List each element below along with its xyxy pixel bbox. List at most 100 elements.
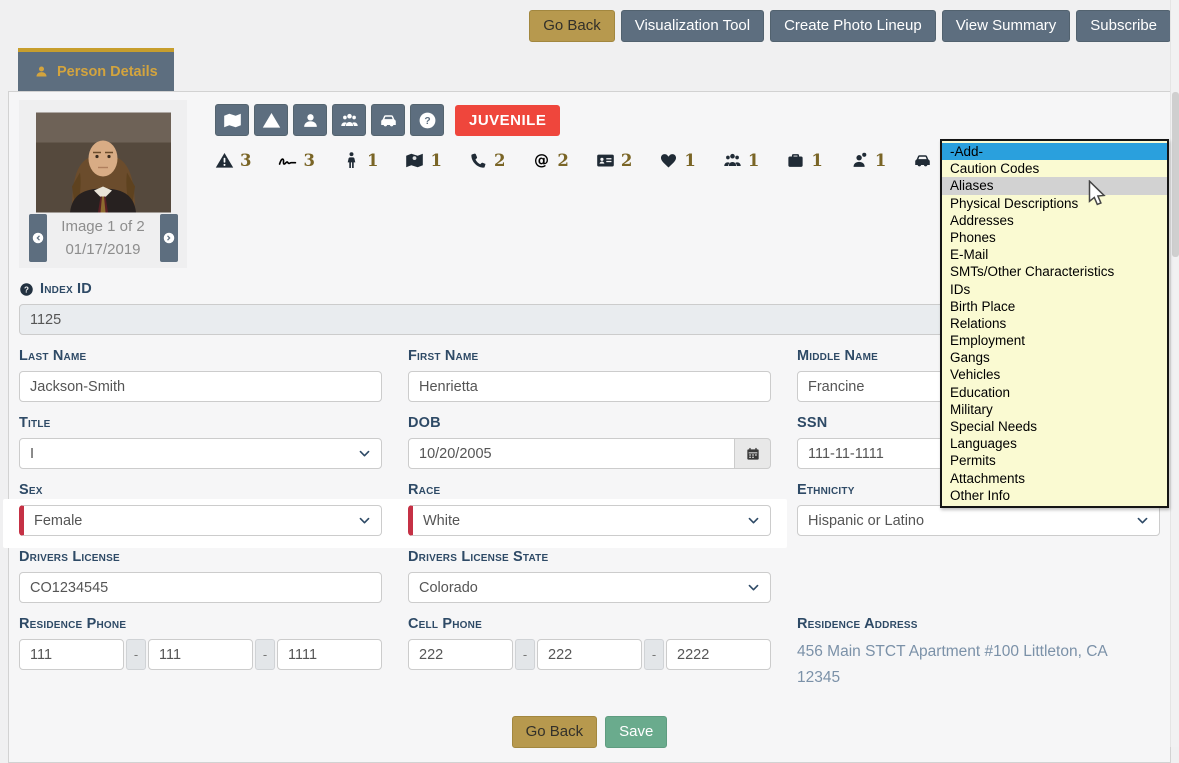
title-select[interactable]: I [19, 438, 382, 469]
stat-address[interactable]: 1 [405, 151, 441, 170]
drivers-license-state-field: Drivers License State Colorado [408, 549, 771, 603]
tab-person-details[interactable]: Person Details [18, 48, 174, 91]
last-name-input[interactable] [19, 371, 382, 402]
residence-address-field: Residence Address 456 Main STCT Apartmen… [797, 616, 1160, 690]
vertical-scrollbar[interactable] [1170, 0, 1179, 747]
last-name-field: Last Name [19, 348, 382, 402]
id-card-icon [596, 151, 615, 170]
phone-dash-separator: - [255, 639, 275, 670]
stat-caution[interactable]: 3 [215, 151, 251, 170]
ethnicity-select[interactable]: Hispanic or Latino [797, 505, 1160, 536]
chevron-down-icon [747, 581, 760, 594]
dob-label: DOB [408, 415, 771, 431]
previous-image-button[interactable] [29, 214, 47, 262]
dropdown-option-aliases[interactable]: Aliases [942, 177, 1167, 194]
dropdown-option-relations[interactable]: Relations [942, 315, 1167, 332]
title-field: Title I [19, 415, 382, 469]
stat-ids[interactable]: 2 [596, 151, 632, 170]
drivers-license-state-select[interactable]: Colorado [408, 572, 771, 603]
first-name-input[interactable] [408, 371, 771, 402]
first-name-field: First Name [408, 348, 771, 402]
create-photo-lineup-button[interactable]: Create Photo Lineup [770, 10, 936, 42]
stat-group[interactable]: 1 [723, 151, 759, 170]
dropdown-option-vehicles[interactable]: Vehicles [942, 366, 1167, 383]
mugshot-photo [36, 112, 171, 213]
view-summary-button[interactable]: View Summary [942, 10, 1071, 42]
stat-person[interactable]: 1 [342, 151, 378, 170]
dropdown-option-physical-descriptions[interactable]: Physical Descriptions [942, 195, 1167, 212]
caution-icon [215, 151, 234, 170]
dropdown-option-ids[interactable]: IDs [942, 281, 1167, 298]
calendar-icon [745, 446, 761, 462]
dropdown-option-attachments[interactable]: Attachments [942, 470, 1167, 487]
stat-signature[interactable]: 3 [278, 151, 314, 170]
person-standing-icon [342, 151, 361, 170]
stat-phone[interactable]: 2 [469, 151, 505, 170]
dropdown-option-military[interactable]: Military [942, 401, 1167, 418]
dropdown-option-education[interactable]: Education [942, 384, 1167, 401]
next-image-button[interactable] [160, 214, 178, 262]
residence-phone-area-input[interactable] [19, 639, 124, 670]
drivers-license-input[interactable] [19, 572, 382, 603]
residence-phone-prefix-input[interactable] [148, 639, 253, 670]
chevron-down-icon [747, 514, 760, 527]
sex-select[interactable]: Female [19, 505, 382, 536]
dropdown-option-employment[interactable]: Employment [942, 332, 1167, 349]
cell-phone-area-input[interactable] [408, 639, 513, 670]
dropdown-option-special-needs[interactable]: Special Needs [942, 418, 1167, 435]
tab-bar: Person Details [18, 48, 1179, 91]
dropdown-option-addresses[interactable]: Addresses [942, 212, 1167, 229]
group-button[interactable] [332, 104, 366, 136]
visualization-tool-button[interactable]: Visualization Tool [621, 10, 764, 42]
users-icon [723, 151, 742, 170]
stat-relations-heart[interactable]: 1 [659, 151, 695, 170]
stat-employment[interactable]: 1 [786, 151, 822, 170]
image-counter: Image 1 of 2 [47, 215, 160, 238]
stat-person-status[interactable]: 1 [850, 151, 886, 170]
go-back-button-bottom[interactable]: Go Back [512, 716, 598, 748]
help-button[interactable] [410, 104, 444, 136]
residence-address-label: Residence Address [797, 616, 1160, 632]
dob-input[interactable] [408, 438, 735, 469]
last-name-label: Last Name [19, 348, 382, 364]
stat-email[interactable]: 2 [532, 151, 568, 170]
dropdown-option-gangs[interactable]: Gangs [942, 349, 1167, 366]
go-back-button-top[interactable]: Go Back [529, 10, 615, 42]
dropdown-option-permits[interactable]: Permits [942, 452, 1167, 469]
save-button[interactable]: Save [605, 716, 667, 748]
person-status-icon [850, 151, 869, 170]
mouse-cursor [1088, 180, 1106, 207]
cell-phone-label: Cell Phone [408, 616, 771, 632]
calendar-button[interactable] [735, 438, 771, 469]
arrow-circle-right-icon [162, 231, 176, 245]
residence-phone-label: Residence Phone [19, 616, 382, 632]
drivers-license-field: Drivers License [19, 549, 382, 603]
add-section-dropdown: -Add- Caution Codes Aliases Physical Des… [940, 139, 1169, 508]
dropdown-option-smts[interactable]: SMTs/Other Characteristics [942, 263, 1167, 280]
cell-phone-field: Cell Phone - - [408, 616, 771, 690]
vehicle-icon [913, 151, 932, 170]
title-label: Title [19, 415, 382, 431]
photo-navigation: Image 1 of 2 01/17/2019 [29, 214, 178, 262]
signature-icon [278, 151, 297, 170]
phone-dash-separator: - [515, 639, 535, 670]
cell-phone-prefix-input[interactable] [537, 639, 642, 670]
scrollbar-thumb[interactable] [1172, 92, 1179, 257]
dropdown-option-add[interactable]: -Add- [942, 143, 1167, 160]
dropdown-option-email[interactable]: E-Mail [942, 246, 1167, 263]
person-button[interactable] [293, 104, 327, 136]
drivers-license-state-label: Drivers License State [408, 549, 771, 565]
dropdown-option-other-info[interactable]: Other Info [942, 487, 1167, 504]
dropdown-option-phones[interactable]: Phones [942, 229, 1167, 246]
caution-button[interactable] [254, 104, 288, 136]
dropdown-option-caution-codes[interactable]: Caution Codes [942, 160, 1167, 177]
subscribe-button[interactable]: Subscribe [1076, 10, 1171, 42]
race-select[interactable]: White [408, 505, 771, 536]
residence-phone-line-input[interactable] [277, 639, 382, 670]
map-location-button[interactable] [215, 104, 249, 136]
dropdown-option-birth-place[interactable]: Birth Place [942, 298, 1167, 315]
cell-phone-line-input[interactable] [666, 639, 771, 670]
dob-field: DOB [408, 415, 771, 469]
vehicle-button[interactable] [371, 104, 405, 136]
dropdown-option-languages[interactable]: Languages [942, 435, 1167, 452]
